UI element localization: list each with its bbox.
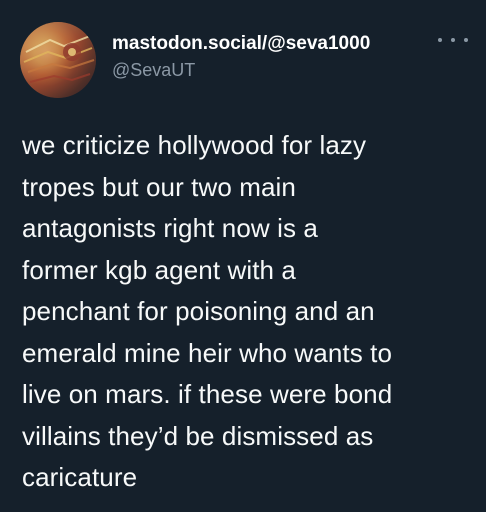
tweet-text-line: tropes but our two main: [22, 171, 296, 202]
tweet-author[interactable]: mastodon.social/@seva1000 @SevaUT: [112, 32, 370, 82]
tweet-card: mastodon.social/@seva1000 @SevaUT we cri…: [0, 0, 486, 512]
handle[interactable]: @SevaUT: [112, 58, 370, 82]
tweet-text: we criticize hollywood for lazy tropes b…: [22, 125, 472, 499]
avatar[interactable]: [20, 22, 96, 98]
tweet-text-line: live on mars. if these were bond: [22, 379, 393, 409]
tweet-header: mastodon.social/@seva1000 @SevaUT: [20, 22, 468, 98]
display-name[interactable]: mastodon.social/@seva1000: [112, 32, 370, 56]
more-dot: [464, 38, 468, 42]
more-dot: [438, 38, 442, 42]
tweet-text-line: antagonists right now is a: [22, 213, 318, 243]
tweet-text-line: emerald mine heir who wants to: [22, 337, 393, 368]
tweet-text-line: caricature: [22, 462, 138, 492]
more-horizontal-icon[interactable]: [438, 32, 468, 48]
tweet-text-line: we criticize hollywood for lazy: [22, 130, 367, 160]
tweet-text-line: penchant for poisoning and an: [22, 296, 375, 326]
avatar-image: [20, 22, 96, 98]
tweet-text-line: former kgb agent with a: [22, 254, 296, 285]
tweet-text-line: villains they’d be dismissed as: [22, 420, 374, 451]
more-dot: [451, 38, 455, 42]
